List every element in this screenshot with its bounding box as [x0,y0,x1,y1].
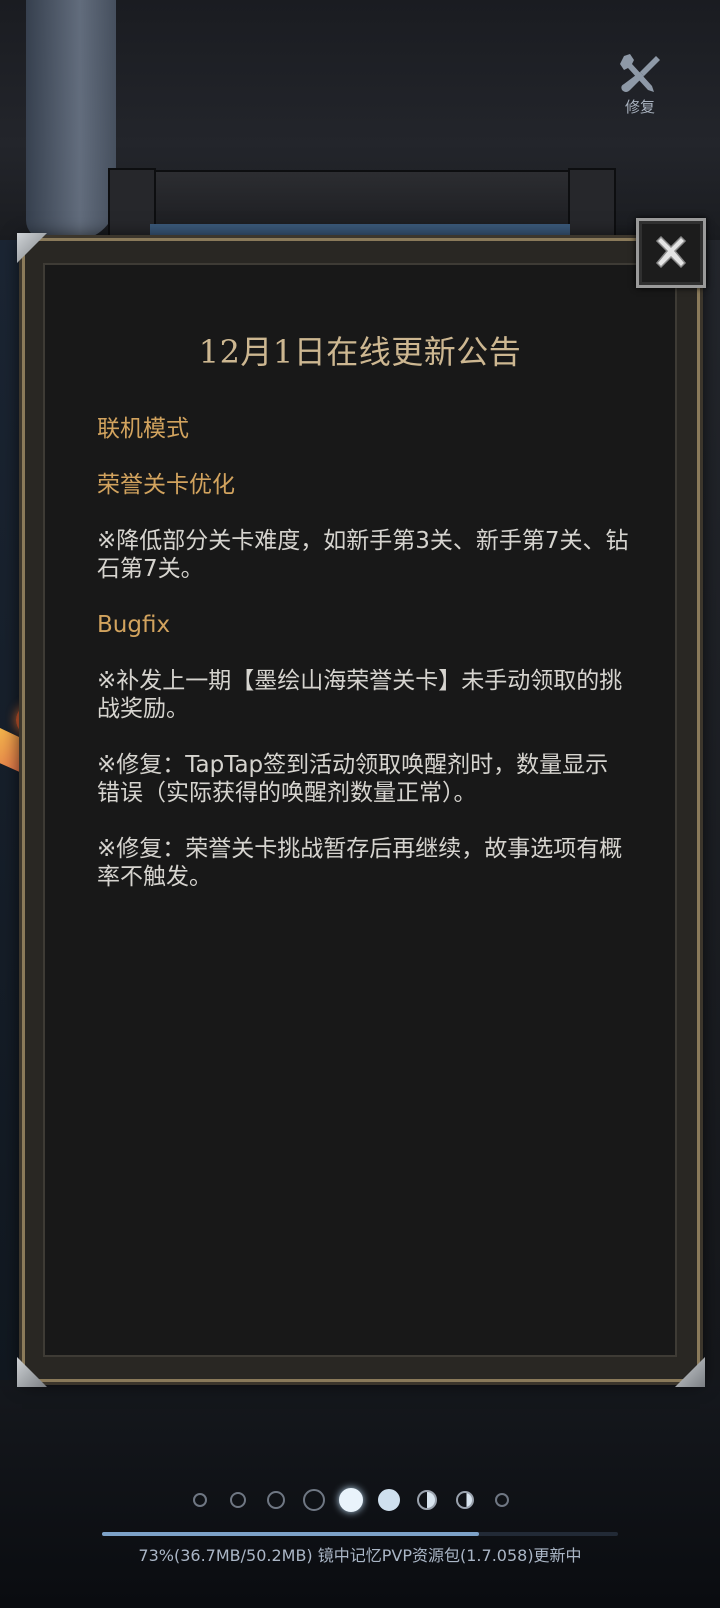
page-dot[interactable] [303,1489,325,1511]
background-beam [108,170,616,230]
background-post-right [568,168,616,244]
corner-ornament [17,233,47,263]
section-heading: 荣誉关卡优化 [97,472,235,498]
repair-label: 修复 [624,98,655,116]
announcement-content: 联机模式荣誉关卡优化 ※降低部分关卡难度，如新手第3关、新手第7关、钻 石第7关。 B… [97,415,629,919]
paragraph-line: 石第7关。 [97,556,204,582]
announcement-paragraph: ※降低部分关卡难度，如新手第3关、新手第7关、钻 石第7关。 [97,527,629,583]
close-icon [655,235,687,269]
paragraph-line: ※修复：荣誉关卡挑战暂存后再继续，故事选项有概 [97,836,623,862]
announcement-paragraph: ※修复：荣誉关卡挑战暂存后再继续，故事选项有概 率不触发。 [97,835,629,891]
page-dot[interactable] [339,1488,363,1512]
paragraph-line: ※降低部分关卡难度，如新手第3关、新手第7关、钻 [97,528,629,554]
loading-screen: 修复 12月1日在线更新公告 联机模式荣誉关卡优化 ※降低部分关卡难度，如新手第3… [0,0,720,1608]
background-post-left [108,168,156,244]
background-left-edge [0,240,24,1380]
background-window-strip [150,224,570,238]
page-indicator [190,1484,530,1516]
paragraph-line: ※修复：TapTap签到活动领取唤醒剂时，数量显示 [97,752,609,778]
announcement-title: 12月1日在线更新公告 [198,333,522,371]
paragraph-line: 错误（实际获得的唤醒剂数量正常）。 [97,780,477,806]
close-button[interactable] [636,218,706,288]
section-heading: Bugfix [97,612,171,638]
paragraph-line: ※补发上一期【墨绘山海荣誉关卡】未手动领取的挑 [97,668,623,694]
section-heading: 联机模式 [97,416,189,442]
page-dot[interactable] [378,1489,400,1511]
repair-button[interactable]: 修复 [612,52,668,124]
announcement-body: 12月1日在线更新公告 联机模式荣誉关卡优化 ※降低部分关卡难度，如新手第3关、新… [43,263,677,1357]
paragraph-line: 率不触发。 [97,864,212,890]
page-dot[interactable] [267,1491,285,1509]
download-progress-bar [102,1532,618,1536]
wrench-screwdriver-icon [620,54,660,92]
page-dot[interactable] [456,1491,474,1509]
page-dot[interactable] [193,1493,207,1507]
page-dot[interactable] [495,1493,509,1507]
paragraph-line: 战奖励。 [97,696,189,722]
announcement-paragraph: ※补发上一期【墨绘山海荣誉关卡】未手动领取的挑 战奖励。 [97,667,629,723]
page-dot[interactable] [417,1490,437,1510]
page-dot[interactable] [230,1492,246,1508]
download-progress-fill [102,1532,479,1536]
corner-ornament [675,1357,705,1387]
announcement-paragraph: ※修复：TapTap签到活动领取唤醒剂时，数量显示 错误（实际获得的唤醒剂数量正常… [97,751,629,807]
background-curtain [26,0,116,240]
download-status-text: 73%(36.7MB/50.2MB) 镜中记忆PVP资源包(1.7.058)更新… [138,1546,582,1565]
announcement-panel: 12月1日在线更新公告 联机模式荣誉关卡优化 ※降低部分关卡难度，如新手第3关、新… [17,233,705,1387]
corner-ornament [17,1357,47,1387]
